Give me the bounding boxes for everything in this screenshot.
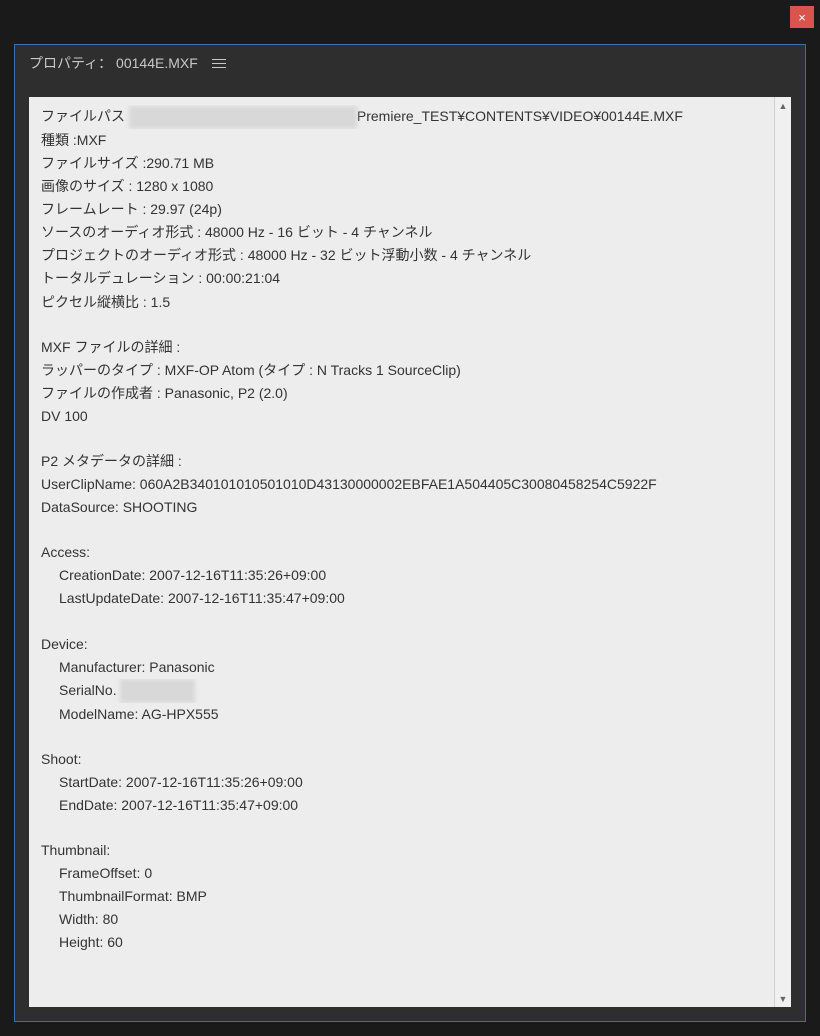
file-path-tail: Premiere_TEST¥CONTENTS¥VIDEO¥00144E.MXF xyxy=(357,108,683,124)
device-header: Device: xyxy=(41,633,762,656)
properties-dialog: × プロパティ： 00144E.MXF ファイルパス XXXXXXXXX XXX… xyxy=(0,0,820,1036)
mxf-section-title: MXF ファイルの詳細 : xyxy=(41,336,762,359)
p2-section-title: P2 メタデータの詳細 : xyxy=(41,450,762,473)
close-icon: × xyxy=(798,10,806,25)
file-path-label: ファイルパス xyxy=(41,108,125,124)
model-name-line: ModelName: AG-HPX555 xyxy=(41,703,762,726)
total-duration-line: トータルデュレーション : 00:00:21:04 xyxy=(41,267,762,290)
frame-rate-line: フレームレート : 29.97 (24p) xyxy=(41,198,762,221)
last-update-line: LastUpdateDate: 2007-12-16T11:35:47+09:0… xyxy=(41,587,762,610)
file-creator-line: ファイルの作成者 : Panasonic, P2 (2.0) xyxy=(41,382,762,405)
panel-title: プロパティ： 00144E.MXF xyxy=(29,53,198,73)
panel-header: プロパティ： 00144E.MXF xyxy=(15,45,805,81)
thumbnail-height-line: Height: 60 xyxy=(41,931,762,954)
dv100-line: DV 100 xyxy=(41,405,762,428)
source-audio-line: ソースのオーディオ形式 : 48000 Hz - 16 ビット - 4 チャンネ… xyxy=(41,221,762,244)
redacted-serial: XXXXXXXX xyxy=(120,679,195,702)
scroll-down-arrow-icon[interactable]: ▼ xyxy=(775,990,791,1007)
end-date-line: EndDate: 2007-12-16T11:35:47+09:00 xyxy=(41,794,762,817)
thumbnail-format-line: ThumbnailFormat: BMP xyxy=(41,885,762,908)
user-clip-name-line: UserClipName: 060A2B340101010501010D4313… xyxy=(41,473,762,496)
panel-menu-icon[interactable] xyxy=(212,56,226,70)
type-line: 種類 :MXF xyxy=(41,129,762,152)
properties-text: ファイルパス XXXXXXXXX XXXXXXXXXXXXXXXPremiere… xyxy=(29,97,774,1007)
serial-line: SerialNo. XXXXXXXX xyxy=(41,679,762,703)
manufacturer-line: Manufacturer: Panasonic xyxy=(41,656,762,679)
project-audio-line: プロジェクトのオーディオ形式 : 48000 Hz - 32 ビット浮動小数 -… xyxy=(41,244,762,267)
wrapper-type-line: ラッパーのタイプ : MXF-OP Atom (タイプ : N Tracks 1… xyxy=(41,359,762,382)
content-wrap: ファイルパス XXXXXXXXX XXXXXXXXXXXXXXXPremiere… xyxy=(29,97,791,1007)
frame-offset-line: FrameOffset: 0 xyxy=(41,862,762,885)
access-header: Access: xyxy=(41,541,762,564)
serial-label: SerialNo. xyxy=(59,682,117,698)
redacted-path-segment: XXXXXXXXX XXXXXXXXXXXXXXX xyxy=(129,106,357,129)
file-path-line: ファイルパス XXXXXXXXX XXXXXXXXXXXXXXXPremiere… xyxy=(41,105,762,129)
properties-panel: プロパティ： 00144E.MXF ファイルパス XXXXXXXXX XXXXX… xyxy=(14,44,806,1022)
data-source-line: DataSource: SHOOTING xyxy=(41,496,762,519)
vertical-scrollbar[interactable]: ▲ ▼ xyxy=(774,97,791,1007)
start-date-line: StartDate: 2007-12-16T11:35:26+09:00 xyxy=(41,771,762,794)
thumbnail-width-line: Width: 80 xyxy=(41,908,762,931)
creation-date-line: CreationDate: 2007-12-16T11:35:26+09:00 xyxy=(41,564,762,587)
file-size-line: ファイルサイズ :290.71 MB xyxy=(41,152,762,175)
scroll-up-arrow-icon[interactable]: ▲ xyxy=(775,97,791,114)
shoot-header: Shoot: xyxy=(41,748,762,771)
thumbnail-header: Thumbnail: xyxy=(41,839,762,862)
pixel-aspect-line: ピクセル縦横比 : 1.5 xyxy=(41,291,762,314)
close-button[interactable]: × xyxy=(790,6,814,28)
image-size-line: 画像のサイズ : 1280 x 1080 xyxy=(41,175,762,198)
